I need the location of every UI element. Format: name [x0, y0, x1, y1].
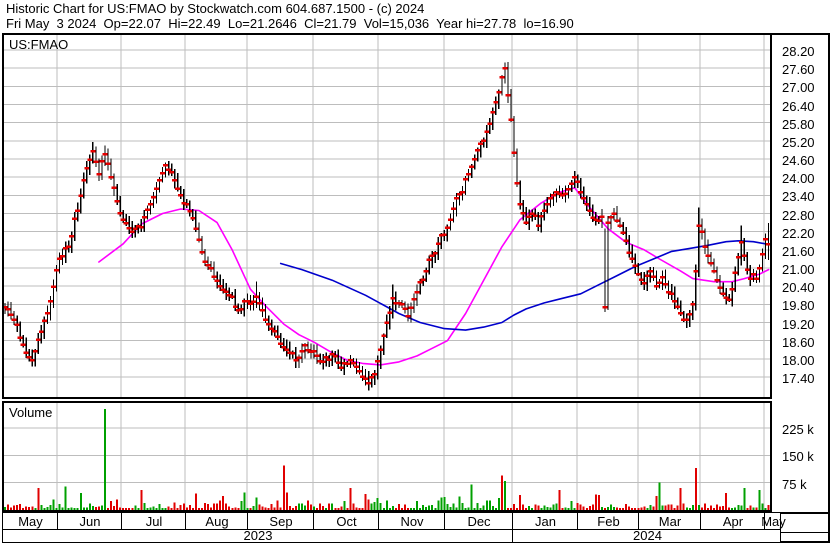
volume-label: Volume — [9, 405, 53, 420]
month-boundary-tick — [378, 513, 379, 529]
month-axis-row: May Jun Jul Aug Sep Oct Nov Dec Jan Feb Mar Apr May — [2, 512, 786, 530]
volume-axis-label: 150 k — [782, 449, 814, 465]
quote-summary-line: Fri May 3 2024 Op=22.07 Hi=22.49 Lo=21.2… — [6, 16, 574, 31]
price-axis-label: 25.20 — [782, 134, 815, 150]
month-boundary-tick — [577, 513, 578, 529]
month-label: Apr — [722, 514, 744, 529]
fast-ma-line — [98, 187, 770, 366]
month-label: May — [18, 514, 43, 529]
month-label: Sep — [269, 514, 293, 529]
month-label: Jan — [535, 514, 556, 529]
symbol-label: US:FMAO — [9, 37, 69, 52]
month-label: Nov — [400, 514, 424, 529]
price-axis-label: 28.20 — [782, 44, 815, 59]
month-boundary-tick — [247, 513, 248, 529]
year-label: 2023 — [243, 528, 273, 543]
price-axis-label: 24.00 — [782, 171, 815, 187]
month-boundary-tick — [764, 513, 765, 529]
stock-chart-window: Historic Chart for US:FMAO by Stockwatch… — [0, 0, 830, 543]
month-boundary-tick — [638, 513, 639, 529]
month-label: Dec — [467, 514, 491, 529]
price-axis-label: 17.40 — [782, 371, 815, 387]
volume-axis-label: 75 k — [782, 476, 807, 492]
price-axis-label: 21.00 — [782, 262, 815, 278]
month-boundary-tick — [185, 513, 186, 529]
month-label: Mar — [658, 514, 682, 529]
price-axis-label: 24.60 — [782, 153, 815, 169]
price-axis-label: 26.40 — [782, 98, 815, 114]
month-label: Aug — [205, 514, 229, 529]
volume-panel[interactable]: Volume — [2, 401, 772, 512]
price-axis-label: 19.20 — [782, 316, 815, 332]
month-boundary-tick — [700, 513, 701, 529]
volume-chart-canvas[interactable] — [4, 403, 770, 510]
price-axis-label: 25.80 — [782, 116, 815, 132]
month-label: Feb — [597, 514, 620, 529]
month-boundary-tick — [57, 513, 58, 529]
price-axis-label: 21.60 — [782, 243, 815, 259]
month-label: Oct — [336, 514, 357, 529]
price-chart-canvas[interactable] — [4, 35, 770, 397]
year-label: 2024 — [633, 528, 662, 543]
price-chart-panel[interactable]: US:FMAO — [2, 33, 772, 399]
price-axis-label: 22.20 — [782, 225, 815, 241]
year-axis-row: 2023 2024 — [2, 528, 781, 543]
month-boundary-tick — [512, 513, 513, 529]
price-axis-label: 22.80 — [782, 207, 815, 223]
price-axis-label: 18.60 — [782, 334, 815, 350]
price-axis-label: 27.00 — [782, 80, 815, 96]
year-divider — [512, 530, 513, 542]
month-label: Jul — [145, 514, 163, 529]
month-boundary-tick — [444, 513, 445, 529]
price-axis-label: 18.00 — [782, 352, 815, 368]
month-boundary-tick — [121, 513, 122, 529]
chart-title-line: Historic Chart for US:FMAO by Stockwatch… — [6, 1, 425, 16]
price-axis-label: 23.40 — [782, 189, 815, 205]
price-axis-label: 19.80 — [782, 298, 815, 314]
month-label: Jun — [79, 514, 101, 529]
price-axis: 28.20 27.60 27.00 26.40 25.80 25.20 24.60 24.00… — [772, 33, 830, 543]
month-boundary-tick — [313, 513, 314, 529]
volume-axis-label: 225 k — [782, 422, 814, 438]
price-axis-label: 27.60 — [782, 62, 815, 78]
price-axis-label: 20.40 — [782, 280, 815, 296]
